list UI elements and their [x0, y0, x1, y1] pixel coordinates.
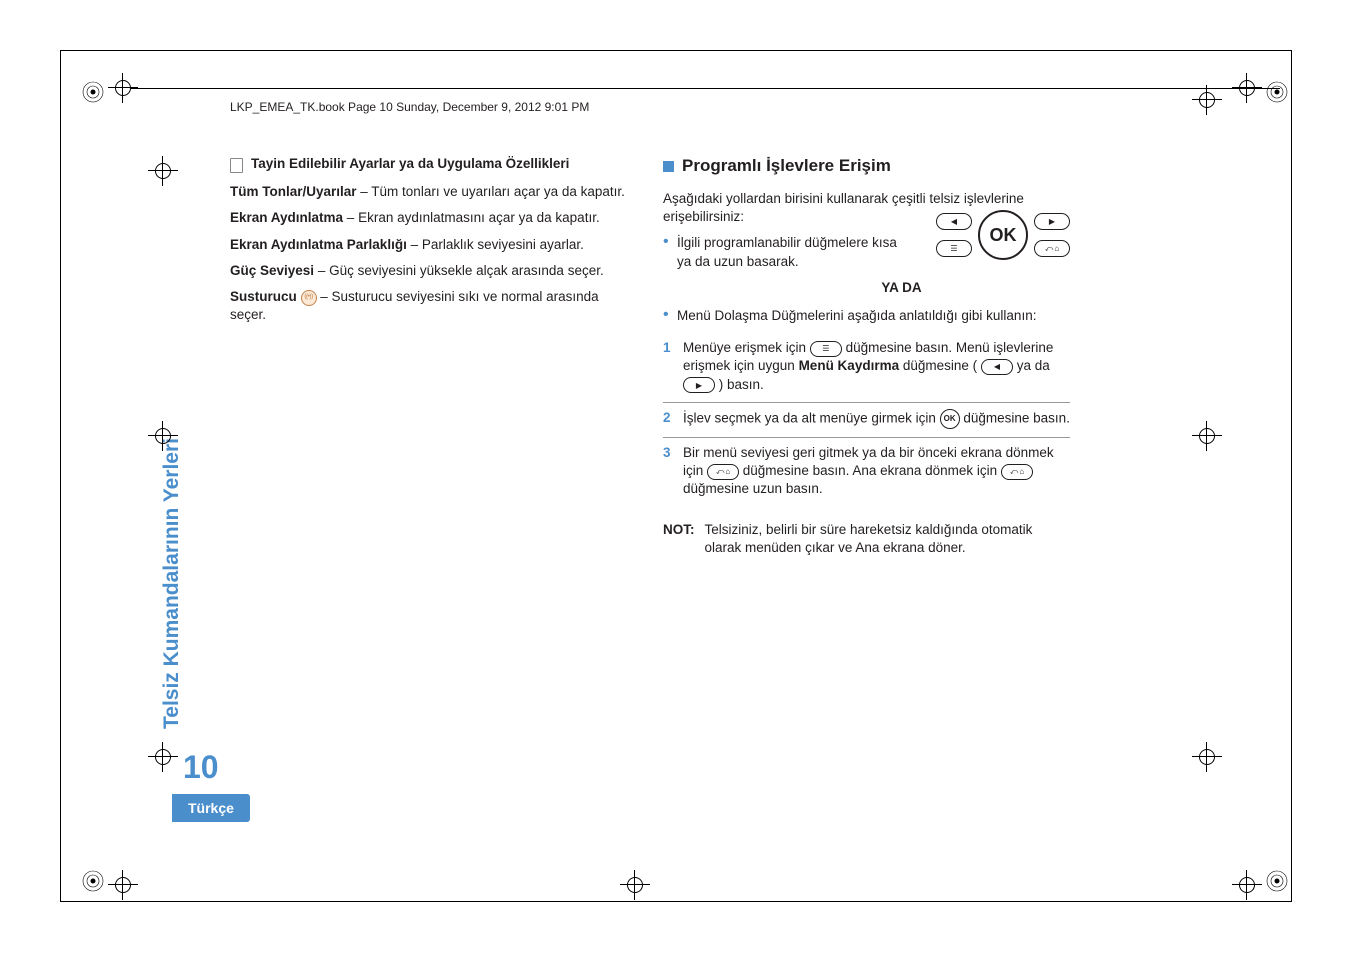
definition-item: Tüm Tonlar/Uyarılar – Tüm tonları ve uya…	[230, 183, 637, 201]
crop-mark-icon	[148, 742, 178, 772]
squelch-icon	[301, 290, 317, 306]
language-tab: Türkçe	[172, 794, 250, 822]
crop-mark-icon	[1192, 421, 1222, 451]
heading-bullet-icon	[663, 161, 674, 172]
registration-mark-icon	[1266, 81, 1288, 103]
step-number: 2	[663, 409, 671, 427]
definition-text: Tüm tonları ve uyarıları açar ya da kapa…	[371, 184, 625, 199]
right-heading-text: Programlı İşlevlere Erişim	[682, 155, 891, 178]
definition-item: Güç Seviyesi – Güç seviyesini yüksekle a…	[230, 262, 637, 280]
definition-item: Ekran Aydınlatma Parlaklığı – Parlaklık …	[230, 236, 637, 254]
definition-term: Güç Seviyesi	[230, 263, 314, 278]
ok-button-icon: OK	[940, 409, 960, 429]
note-label: NOT:	[663, 521, 695, 557]
section-title-vertical: Telsiz Kumandalarının Yerleri	[160, 438, 184, 729]
running-head: LKP_EMEA_TK.book Page 10 Sunday, Decembe…	[230, 100, 589, 114]
right-column: Programlı İşlevlere Erişim Aşağıdaki yol…	[663, 155, 1070, 557]
crop-mark-icon	[1192, 742, 1222, 772]
registration-mark-icon	[1266, 870, 1288, 892]
crop-mark-icon	[148, 156, 178, 186]
step-item: 2 İşlev seçmek ya da alt menüye girmek i…	[663, 403, 1070, 438]
left-column: Tayin Edilebilir Ayarlar ya da Uygulama …	[230, 155, 637, 557]
definition-term: Ekran Aydınlatma	[230, 210, 343, 225]
menu-button-icon	[810, 341, 842, 357]
page-number: 10	[183, 749, 219, 786]
back-home-button-icon	[1034, 240, 1070, 257]
back-home-button-icon	[1001, 464, 1033, 480]
step-item: 1 Menüye erişmek için düğmesine basın. M…	[663, 333, 1070, 403]
header-rule	[130, 88, 1280, 89]
crop-mark-icon	[108, 73, 138, 103]
definition-item: Ekran Aydınlatma – Ekran aydınlatmasını …	[230, 209, 637, 227]
nav-right-button-icon	[1034, 213, 1070, 230]
bullet-item: İlgili programlanabilir düğmelere kısa y…	[663, 234, 897, 270]
document-icon	[230, 158, 243, 173]
or-label: YA DA	[733, 279, 1070, 297]
crop-mark-icon	[148, 421, 178, 451]
definition-text: Parlaklık seviyesini ayarlar.	[422, 237, 584, 252]
left-subheading: Tayin Edilebilir Ayarlar ya da Uygulama …	[230, 155, 637, 173]
crop-mark-icon	[620, 870, 650, 900]
step-number: 3	[663, 444, 671, 462]
step-list: 1 Menüye erişmek için düğmesine basın. M…	[663, 333, 1070, 506]
right-heading: Programlı İşlevlere Erişim	[663, 155, 1070, 178]
definition-term: Ekran Aydınlatma Parlaklığı	[230, 237, 407, 252]
registration-mark-icon	[82, 870, 104, 892]
note: NOT: Telsiziniz, belirli bir süre hareke…	[663, 521, 1070, 557]
nav-right-button-icon	[683, 377, 715, 393]
definition-term: Tüm Tonlar/Uyarılar	[230, 184, 357, 199]
definition-term: Susturucu	[230, 289, 297, 304]
step-item: 3 Bir menü seviyesi geri gitmek ya da bi…	[663, 438, 1070, 507]
crop-mark-icon	[1232, 870, 1262, 900]
menu-button-icon	[936, 240, 972, 257]
registration-mark-icon	[82, 81, 104, 103]
definition-item: Susturucu – Susturucu seviyesini sıkı ve…	[230, 288, 637, 324]
keypad-diagram: OK	[936, 210, 1070, 260]
crop-mark-icon	[1192, 85, 1222, 115]
bullet-item: Menü Dolaşma Düğmelerini aşağıda anlatıl…	[663, 307, 1070, 325]
definition-text: Güç seviyesini yüksekle alçak arasında s…	[329, 263, 604, 278]
crop-mark-icon	[108, 870, 138, 900]
step-number: 1	[663, 339, 671, 357]
definition-text: Ekran aydınlatmasını açar ya da kapatır.	[358, 210, 600, 225]
nav-left-button-icon	[981, 359, 1013, 375]
nav-left-button-icon	[936, 213, 972, 230]
content: Tayin Edilebilir Ayarlar ya da Uygulama …	[230, 155, 1070, 557]
note-text: Telsiziniz, belirli bir süre hareketsiz …	[705, 521, 1071, 557]
back-home-button-icon	[707, 464, 739, 480]
crop-mark-icon	[1232, 73, 1262, 103]
left-subheading-text: Tayin Edilebilir Ayarlar ya da Uygulama …	[251, 155, 569, 173]
ok-button-icon: OK	[978, 210, 1028, 260]
menu-scroll-label: Menü Kaydırma	[799, 358, 900, 373]
bullet-list: Menü Dolaşma Düğmelerini aşağıda anlatıl…	[663, 307, 1070, 325]
